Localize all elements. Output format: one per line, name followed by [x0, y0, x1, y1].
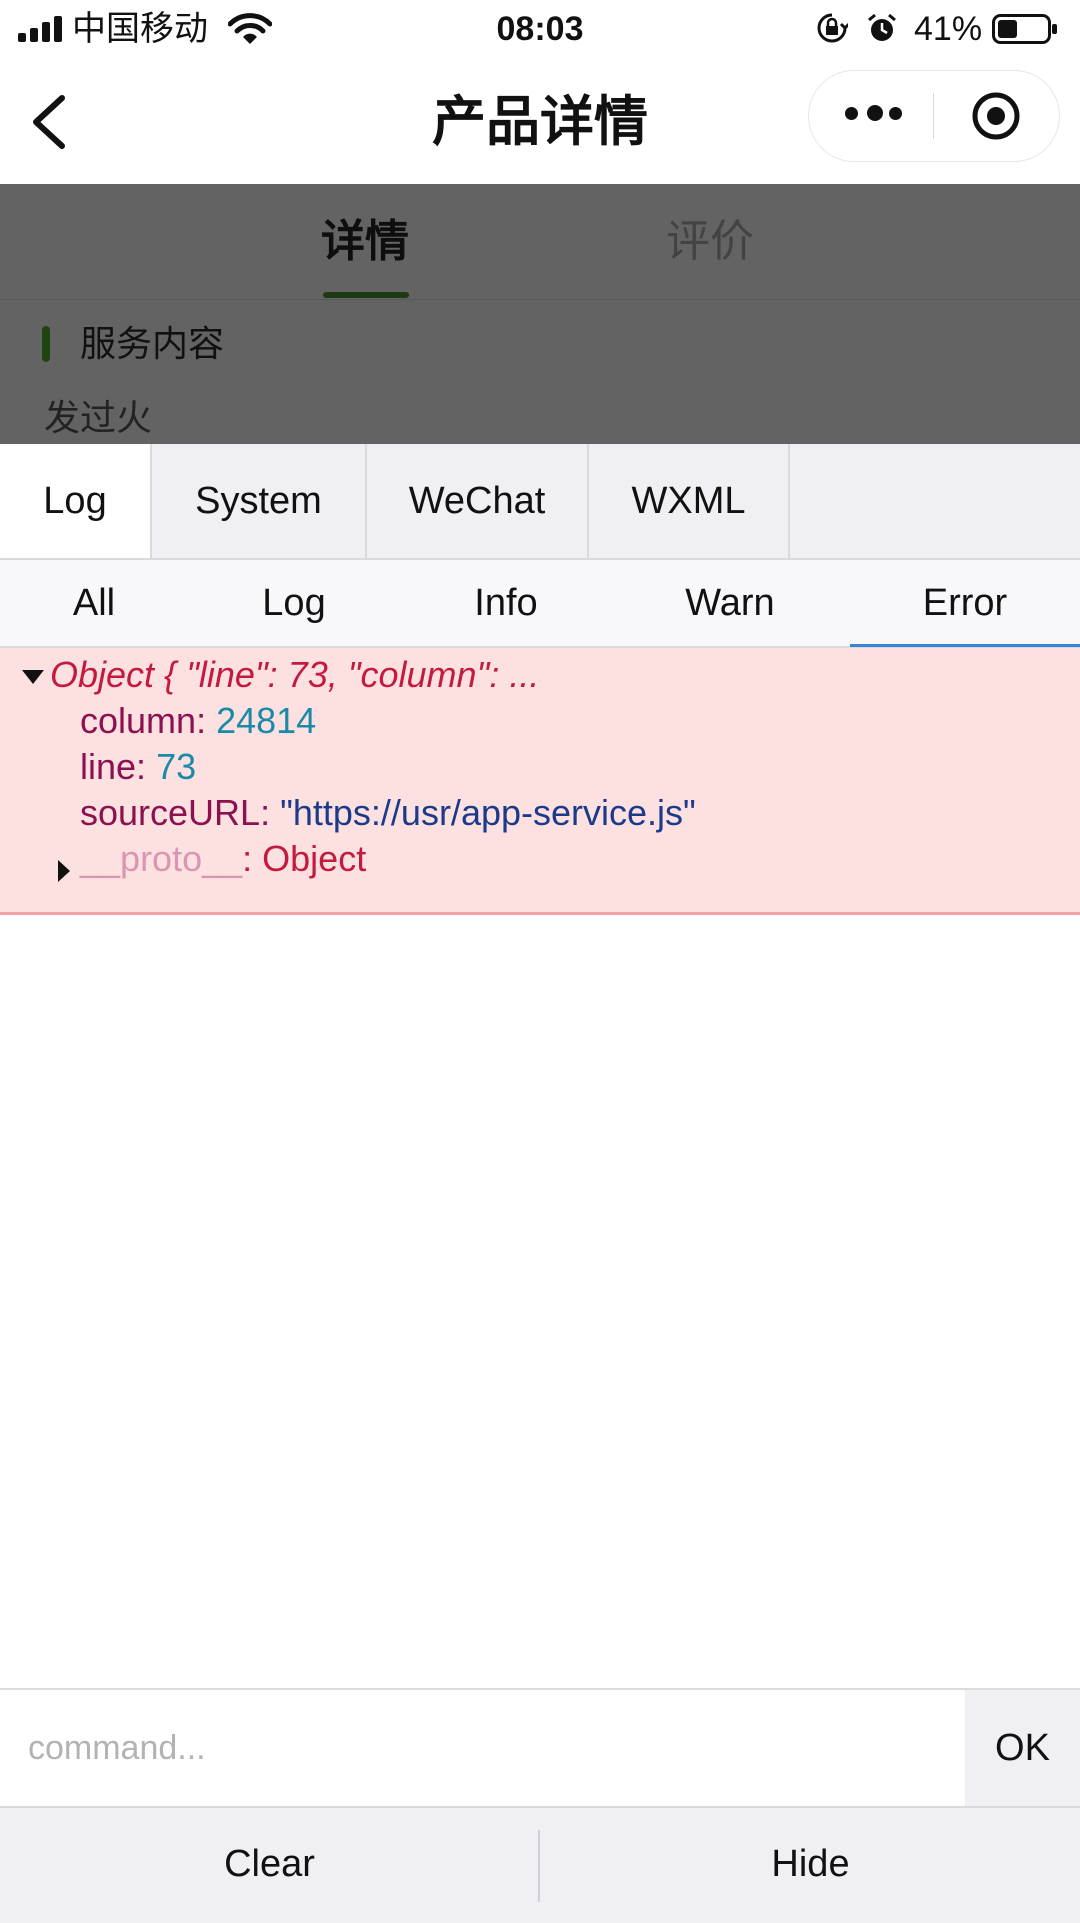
clear-button[interactable]: Clear: [0, 1808, 539, 1921]
tab-review[interactable]: 评价: [610, 212, 810, 272]
error-log-entry: Object { "line": 73, "column": ... colum…: [0, 648, 1080, 915]
active-tab-indicator: [323, 292, 409, 298]
console-tab-wxml[interactable]: WXML: [589, 444, 790, 558]
rotation-lock-icon: [817, 13, 848, 43]
console-tabs: Log System WeChat WXML: [0, 444, 1080, 560]
property-value: 24814: [216, 700, 317, 741]
property-key: line: [80, 746, 137, 787]
status-bar: 中国移动 08:03 41%: [0, 0, 1080, 60]
filter-tab-all[interactable]: All: [36, 560, 152, 646]
tab-detail[interactable]: 详情: [265, 212, 465, 272]
property-row: line: 73: [80, 746, 197, 787]
proto-row[interactable]: __proto__: Object: [80, 836, 366, 882]
section-content: 发过火: [44, 397, 153, 438]
proto-value: : Object: [242, 838, 367, 879]
console-tab-wechat[interactable]: WeChat: [367, 444, 589, 558]
proto-key: __proto__: [80, 838, 243, 879]
property-value: 73: [156, 746, 197, 787]
close-miniprogram-icon[interactable]: [971, 91, 1021, 141]
filter-tab-warn[interactable]: Warn: [672, 560, 788, 646]
active-filter-indicator: [850, 644, 1080, 647]
property-row: sourceURL: "https://usr/app-service.js": [80, 792, 696, 833]
command-input[interactable]: [0, 1690, 965, 1806]
collapse-triangle-icon[interactable]: [22, 670, 44, 684]
mini-program-capsule: [808, 70, 1060, 162]
console-tab-log[interactable]: Log: [0, 444, 152, 558]
action-divider: [538, 1830, 540, 1902]
filter-tab-log[interactable]: Log: [236, 560, 352, 646]
expand-triangle-icon[interactable]: [58, 860, 70, 882]
capsule-divider: [933, 93, 934, 139]
console-tab-system[interactable]: System: [152, 444, 367, 558]
tab-divider: [0, 299, 1080, 300]
battery-percent: 41%: [914, 10, 983, 48]
filter-tab-info[interactable]: Info: [448, 560, 564, 646]
alarm-icon: [868, 13, 896, 41]
log-filter-tabs: All Log Info Warn Error: [0, 560, 1080, 648]
object-summary[interactable]: Object { "line": 73, "column": ...: [50, 652, 539, 698]
property-key: column: [80, 700, 197, 741]
section-title: 服务内容: [80, 323, 225, 364]
filter-tab-error[interactable]: Error: [850, 560, 1080, 646]
more-icon[interactable]: [845, 103, 903, 127]
page-content-overlay: 详情 评价 服务内容 发过火: [0, 184, 1080, 444]
battery-icon: [992, 14, 1057, 44]
console-actions: Clear Hide: [0, 1806, 1080, 1923]
hide-button[interactable]: Hide: [541, 1808, 1080, 1921]
ok-button[interactable]: OK: [965, 1690, 1080, 1806]
property-value: "https://usr/app-service.js": [280, 792, 696, 833]
property-key: sourceURL: [80, 792, 261, 833]
property-row: column: 24814: [80, 700, 317, 741]
nav-bar: 产品详情: [0, 60, 1080, 184]
section-marker: [42, 326, 50, 362]
command-bar: OK: [0, 1688, 1080, 1808]
